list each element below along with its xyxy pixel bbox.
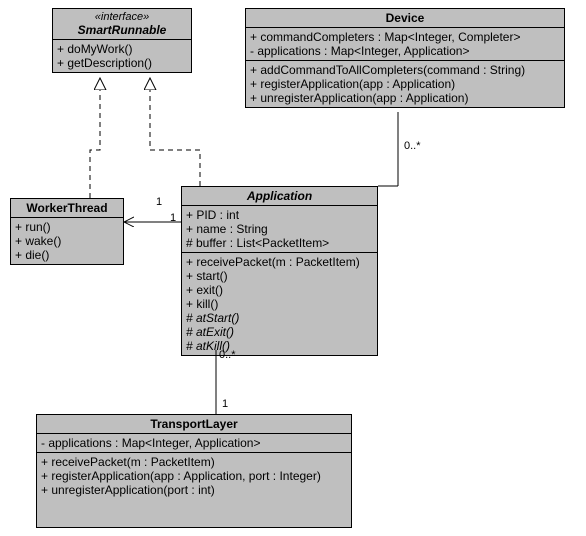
method: + wake() xyxy=(15,234,119,248)
method: + die() xyxy=(15,248,119,262)
method: + addCommandToAllCompleters(command : St… xyxy=(250,63,560,77)
method-abstract: # atKill() xyxy=(186,339,373,353)
class-title: TransportLayer xyxy=(37,415,351,434)
method: + exit() xyxy=(186,283,373,297)
class-application: Application + PID : int + name : String … xyxy=(181,186,378,356)
multiplicity: 1 xyxy=(156,196,162,208)
method: + unregisterApplication(app : Applicatio… xyxy=(250,91,560,105)
method: + start() xyxy=(186,269,373,283)
class-name: WorkerThread xyxy=(26,201,107,215)
method: + kill() xyxy=(186,297,373,311)
class-title: «interface» SmartRunnable xyxy=(53,9,191,40)
method: + unregisterApplication(port : int) xyxy=(41,483,347,497)
class-smartrunnable: «interface» SmartRunnable + doMyWork() +… xyxy=(52,8,192,73)
method-abstract: # atExit() xyxy=(186,325,373,339)
methods-section: + receivePacket(m : PacketItem) + start(… xyxy=(182,253,377,355)
multiplicity: 1 xyxy=(222,398,228,410)
attrs-section: - applications : Map<Integer, Applicatio… xyxy=(37,434,351,453)
methods-section: + addCommandToAllCompleters(command : St… xyxy=(246,61,564,107)
class-title: WorkerThread xyxy=(11,199,123,218)
methods-section: + run() + wake() + die() xyxy=(11,218,123,264)
multiplicity: 1 xyxy=(170,212,176,224)
method: + registerApplication(app : Application,… xyxy=(41,469,347,483)
class-transportlayer: TransportLayer - applications : Map<Inte… xyxy=(36,414,352,528)
method: + run() xyxy=(15,220,119,234)
method: + getDescription() xyxy=(57,56,187,70)
class-name: TransportLayer xyxy=(150,417,237,431)
attr: # buffer : List<PacketItem> xyxy=(186,236,373,250)
class-workerthread: WorkerThread + run() + wake() + die() xyxy=(10,198,124,265)
methods-section: + receivePacket(m : PacketItem) + regist… xyxy=(37,453,351,499)
multiplicity: 0..* xyxy=(404,140,421,152)
class-title: Device xyxy=(246,9,564,28)
attrs-section: + commandCompleters : Map<Integer, Compl… xyxy=(246,28,564,61)
attr: + PID : int xyxy=(186,208,373,222)
attr: + name : String xyxy=(186,222,373,236)
method: + receivePacket(m : PacketItem) xyxy=(186,255,373,269)
multiplicity: 0..* xyxy=(219,349,236,361)
realization-worker-smartrunnable xyxy=(90,78,100,198)
attrs-section: + PID : int + name : String # buffer : L… xyxy=(182,206,377,253)
class-name: Application xyxy=(247,189,312,203)
class-name: Device xyxy=(386,11,425,25)
class-device: Device + commandCompleters : Map<Integer… xyxy=(245,8,565,108)
attr: - applications : Map<Integer, Applicatio… xyxy=(41,436,347,450)
method-abstract: # atStart() xyxy=(186,311,373,325)
method: + receivePacket(m : PacketItem) xyxy=(41,455,347,469)
method: + doMyWork() xyxy=(57,42,187,56)
attr: - applications : Map<Integer, Applicatio… xyxy=(250,44,560,58)
method: + registerApplication(app : Application) xyxy=(250,77,560,91)
attr: + commandCompleters : Map<Integer, Compl… xyxy=(250,30,560,44)
realization-app-smartrunnable xyxy=(150,78,200,186)
class-title: Application xyxy=(182,187,377,206)
methods-section: + doMyWork() + getDescription() xyxy=(53,40,191,72)
class-name: SmartRunnable xyxy=(78,23,167,37)
stereotype: «interface» xyxy=(57,11,187,23)
